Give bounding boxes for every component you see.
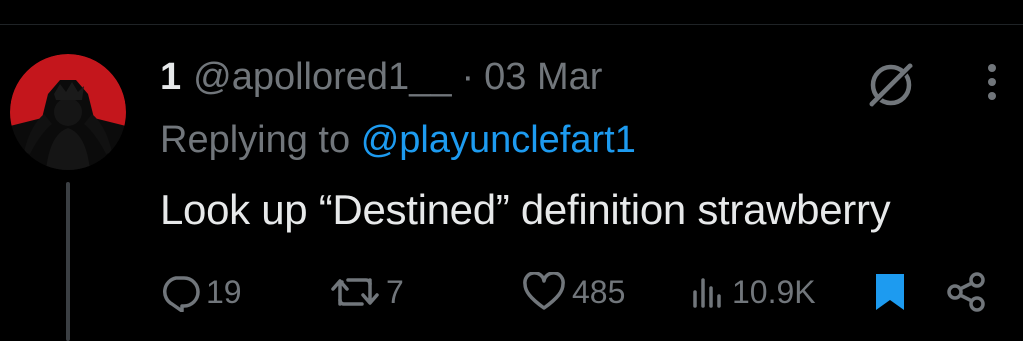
more-vertical-icon[interactable] (980, 60, 1004, 104)
action-bar: 19 7 485 10.9K (0, 262, 1023, 322)
share-button[interactable] (944, 262, 988, 322)
like-button[interactable]: 485 (522, 262, 625, 322)
avatar[interactable] (10, 54, 126, 170)
user-handle[interactable]: @apollored1__ (193, 56, 451, 99)
tweet-header: 1 @apollored1__ · 03 Mar (160, 54, 602, 100)
grok-icon[interactable] (866, 60, 916, 110)
views-icon (693, 278, 721, 308)
share-icon (947, 272, 985, 312)
retweet-count: 7 (386, 273, 404, 310)
replying-to-mention[interactable]: @playunclefart1 (361, 119, 636, 161)
display-name[interactable]: 1 (160, 56, 181, 99)
reply-count: 19 (206, 273, 242, 310)
replying-to-label: Replying to (160, 119, 351, 161)
top-divider (0, 24, 1023, 25)
bookmark-icon (876, 274, 904, 310)
tweet-text: Look up “Destined” definition strawberry (160, 186, 891, 233)
views-button[interactable]: 10.9K (690, 262, 816, 322)
avatar-image (10, 54, 126, 170)
like-count: 485 (572, 273, 626, 310)
reply-icon (163, 276, 200, 312)
separator-dot: · (461, 55, 475, 98)
retweet-icon (331, 278, 379, 306)
view-count: 10.9K (732, 273, 816, 310)
heart-icon (523, 272, 565, 310)
bookmark-button[interactable] (872, 262, 908, 322)
retweet-button[interactable]: 7 (330, 262, 404, 322)
reply-button[interactable]: 19 (160, 262, 242, 322)
replying-to: Replying to @playunclefart1 (160, 119, 636, 162)
tweet-date[interactable]: 03 Mar (484, 56, 602, 99)
